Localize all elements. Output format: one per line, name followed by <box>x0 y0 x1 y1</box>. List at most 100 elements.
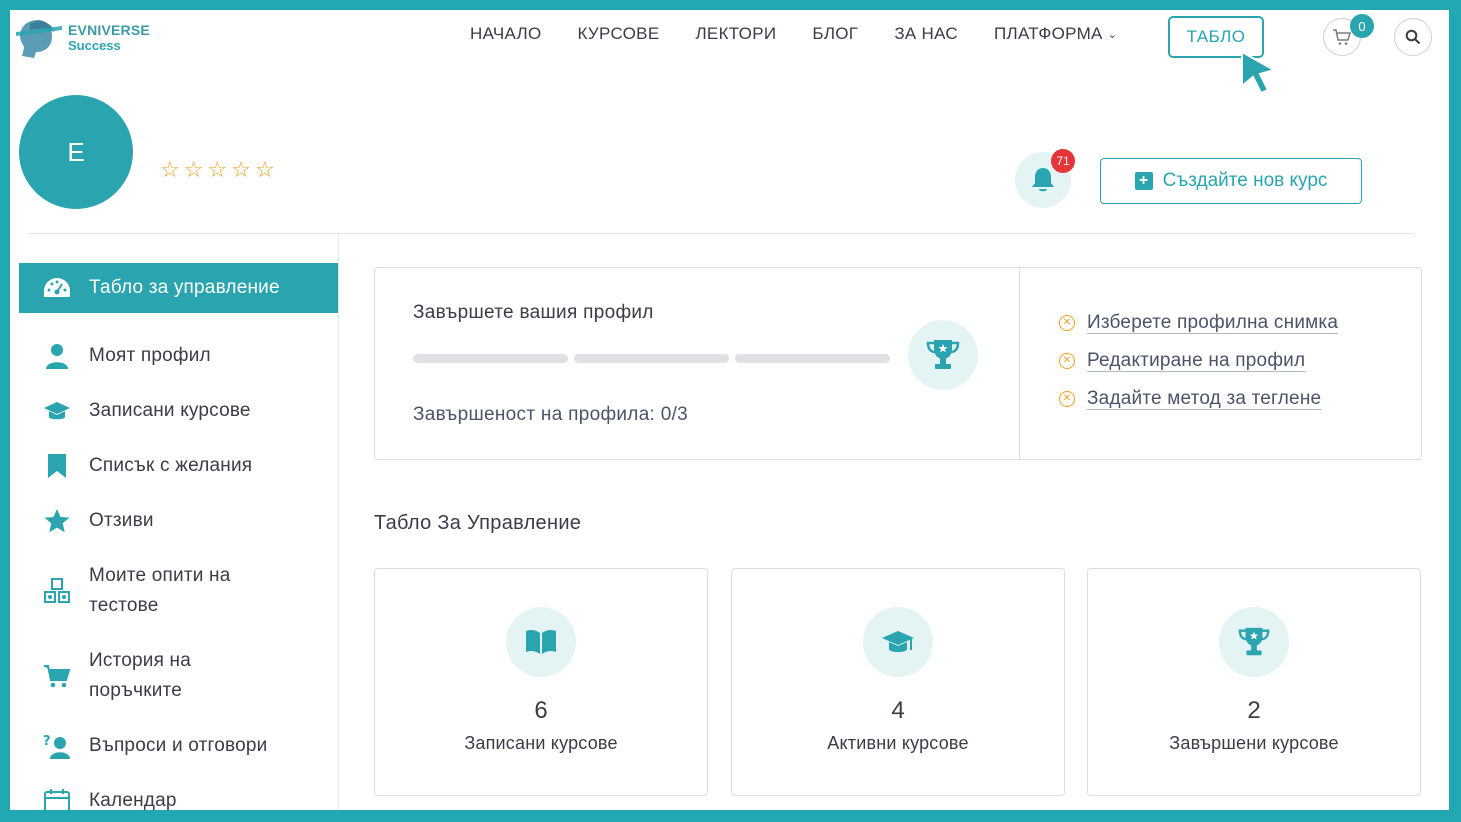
nav-platform-label: ПЛАТФОРМА <box>993 24 1103 43</box>
sidebar-item-quiz-attempts[interactable]: Моите опити на тестове <box>19 548 338 633</box>
stat-value: 2 <box>1247 697 1261 724</box>
dashboard-icon <box>43 274 71 302</box>
profile-progress-bar <box>413 354 896 363</box>
task-item: ✕ Изберете профилна снимка <box>1059 312 1338 334</box>
bookmark-icon <box>43 452 71 480</box>
stat-icon-circle <box>1219 607 1289 677</box>
user-icon <box>43 342 71 370</box>
create-course-button[interactable]: + Създайте нов курс <box>1100 158 1362 204</box>
brand-name: EVNIVERSE <box>68 22 150 38</box>
brand-tagline: Success <box>68 38 121 53</box>
sidebar-divider <box>338 233 339 810</box>
notification-count-badge: 71 <box>1051 149 1075 173</box>
sidebar-item-label: тестове <box>89 594 159 616</box>
stat-value: 6 <box>534 697 548 724</box>
shapes-icon <box>43 577 71 605</box>
nav-about[interactable]: ЗА НАС <box>894 24 958 44</box>
cart-icon <box>1333 29 1351 45</box>
sidebar-item-label: поръчките <box>89 679 182 701</box>
sidebar-item-qa[interactable]: ? Въпроси и отговори <box>19 718 338 773</box>
nav-courses[interactable]: КУРСОВЕ <box>578 24 660 44</box>
star-empty-icon: ☆ <box>207 157 228 182</box>
star-empty-icon: ☆ <box>254 157 275 182</box>
create-course-label: Създайте нов курс <box>1162 170 1328 191</box>
graduation-cap-icon <box>882 631 914 652</box>
star-empty-icon: ☆ <box>231 157 251 182</box>
stat-card-completed: 2 Завършени курсове <box>1087 568 1421 796</box>
sidebar-item-label: Табло за управление <box>89 277 280 298</box>
nav-home[interactable]: НАЧАЛО <box>470 24 542 44</box>
sidebar-item-wishlist[interactable]: Списък с желания <box>19 438 338 493</box>
profile-completion-title: Завършете вашия профил <box>413 302 654 323</box>
sidebar-item-enrolled[interactable]: Записани курсове <box>19 383 338 438</box>
trophy-icon <box>1238 627 1270 656</box>
star-empty-icon: ☆ <box>183 157 204 182</box>
sidebar-item-label: Списък с желания <box>89 454 253 476</box>
stat-icon-circle <box>863 607 933 677</box>
withdraw-method-link[interactable]: Задайте метод за теглене <box>1087 388 1321 410</box>
calendar-icon <box>43 787 71 810</box>
stat-value: 4 <box>891 697 905 724</box>
progress-segment <box>735 354 890 363</box>
cart-icon <box>43 662 71 690</box>
profile-tasks: ✕ Изберете профилна снимка ✕ Редактиране… <box>1059 312 1338 426</box>
main-nav: НАЧАЛО КУРСОВЕ ЛЕКТОРИ БЛОГ ЗА НАС ПЛАТФ… <box>470 24 1153 44</box>
sidebar-item-label: Въпроси и отговори <box>89 734 268 756</box>
app-frame: EVNIVERSE Success НАЧАЛО КУРСОВЕ ЛЕКТОРИ… <box>10 10 1449 810</box>
sidebar-item-order-history[interactable]: История на поръчките <box>19 633 338 718</box>
graduation-cap-icon <box>43 397 71 425</box>
sidebar-item-label: Моят профил <box>89 344 211 366</box>
header-divider <box>28 233 1414 234</box>
task-item: ✕ Задайте метод за теглене <box>1059 388 1338 410</box>
task-item: ✕ Редактиране на профил <box>1059 350 1338 372</box>
search-button[interactable] <box>1394 18 1432 56</box>
question-answer-icon: ? <box>43 732 71 760</box>
stat-icon-circle <box>506 607 576 677</box>
nav-blog[interactable]: БЛОГ <box>812 24 858 44</box>
star-icon <box>43 507 71 535</box>
cart-count-badge: 0 <box>1350 14 1374 38</box>
avatar[interactable]: E <box>19 95 133 209</box>
mouse-pointer-icon <box>1241 50 1277 94</box>
progress-segment <box>413 354 568 363</box>
star-empty-icon: ☆ <box>160 157 180 182</box>
incomplete-icon: ✕ <box>1059 391 1075 407</box>
sidebar-item-label: История на <box>89 649 192 671</box>
book-icon <box>526 629 556 654</box>
trophy-icon <box>926 340 960 369</box>
stat-card-enrolled: 6 Записани курсове <box>374 568 708 796</box>
plus-icon: + <box>1134 172 1153 190</box>
sidebar-item-label: Календар <box>89 789 177 811</box>
nav-lecturers[interactable]: ЛЕКТОРИ <box>695 24 776 44</box>
search-icon <box>1405 29 1421 45</box>
incomplete-icon: ✕ <box>1059 353 1075 369</box>
dashboard-title: Табло За Управление <box>374 512 582 534</box>
rating-stars: ☆ ☆ ☆ ☆ ☆ <box>160 158 279 182</box>
profile-completion-status: Завършеност на профила: 0/3 <box>413 404 689 425</box>
bell-icon <box>1032 168 1054 192</box>
svg-text:?: ? <box>43 734 51 749</box>
incomplete-icon: ✕ <box>1059 315 1075 331</box>
chevron-down-icon: ⌄ <box>1107 28 1118 41</box>
sidebar-item-dashboard[interactable]: Табло за управление <box>19 263 338 313</box>
stat-label: Завършени курсове <box>1169 733 1339 753</box>
nav-platform[interactable]: ПЛАТФОРМА ⌄ <box>994 24 1117 44</box>
edit-profile-link[interactable]: Редактиране на профил <box>1087 350 1305 372</box>
stat-label: Записани курсове <box>464 733 618 753</box>
progress-segment <box>574 354 729 363</box>
stat-card-active: 4 Активни курсове <box>731 568 1065 796</box>
logo-head-icon <box>16 20 62 58</box>
sidebar-item-label: Моите опити на <box>89 564 231 586</box>
profile-completion-card: Завършете вашия профил Завършеност на пр… <box>374 267 1422 460</box>
choose-photo-link[interactable]: Изберете профилна снимка <box>1087 312 1338 334</box>
sidebar-item-label: Записани курсове <box>89 399 251 421</box>
sidebar-item-profile[interactable]: Моят профил <box>19 328 338 383</box>
card-divider <box>1019 268 1020 459</box>
sidebar-item-reviews[interactable]: Отзиви <box>19 493 338 548</box>
sidebar: Табло за управление Моят профил Записани… <box>19 263 338 810</box>
trophy-badge <box>908 320 978 390</box>
brand-logo[interactable]: EVNIVERSE Success <box>12 14 150 62</box>
sidebar-item-calendar[interactable]: Календар <box>19 773 338 810</box>
sidebar-item-label: Отзиви <box>89 509 154 531</box>
stat-label: Активни курсове <box>827 733 969 753</box>
